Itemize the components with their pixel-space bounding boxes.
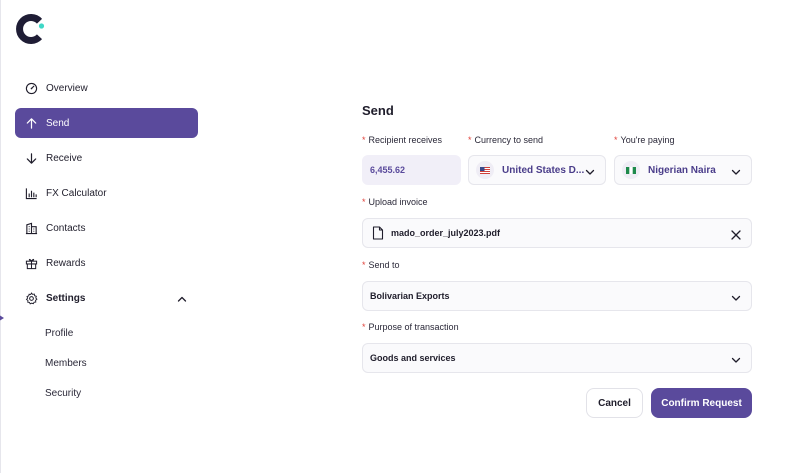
sidebar-item-send[interactable]: Send <box>15 108 198 138</box>
sidebar-item-rewards[interactable]: Rewards <box>15 248 198 278</box>
sidebar-item-label: Receive <box>46 152 83 164</box>
sidebar-item-overview[interactable]: Overview <box>15 73 198 103</box>
chevron-down-icon <box>730 291 742 303</box>
sidebar-item-label: Send <box>46 117 70 129</box>
brand-logo[interactable] <box>15 13 47 45</box>
sidebar-item-label: FX Calculator <box>46 187 107 199</box>
recipient-amount-input[interactable]: 6,455.62 <box>362 155 461 185</box>
gift-icon <box>24 256 38 270</box>
confirm-request-button[interactable]: Confirm Request <box>651 388 752 418</box>
label-text: Recipient receives <box>368 135 443 145</box>
sidebar-item-contacts[interactable]: Contacts <box>15 213 198 243</box>
required-mark: * <box>362 135 366 145</box>
label-text: Upload invoice <box>368 197 428 207</box>
currency-to-send-label: * Currency to send <box>468 135 543 145</box>
gauge-icon <box>24 81 38 95</box>
currency-value: United States D... <box>502 164 585 176</box>
sidebar-subitem-profile[interactable]: Profile <box>15 318 198 348</box>
currency-to-send-select[interactable]: United States D... <box>468 155 606 185</box>
upload-invoice-label: * Upload invoice <box>362 197 428 207</box>
sidebar-item-receive[interactable]: Receive <box>15 143 198 173</box>
recipient-receives-label: * Recipient receives <box>362 135 442 145</box>
chevron-down-icon <box>730 165 742 177</box>
chevron-up-icon[interactable] <box>176 292 188 304</box>
document-icon <box>372 226 384 240</box>
label-text: You're paying <box>620 135 675 145</box>
send-to-label: * Send to <box>362 260 400 270</box>
sidebar-item-fx-calculator[interactable]: FX Calculator <box>15 178 198 208</box>
send-to-value: Bolivarian Exports <box>370 291 450 301</box>
label-text: Send to <box>368 260 400 270</box>
required-mark: * <box>362 260 366 270</box>
building-icon <box>24 221 38 235</box>
arrow-down-icon <box>24 151 38 165</box>
invoice-file-field[interactable]: mado_order_july2023.pdf <box>362 218 752 248</box>
required-mark: * <box>362 197 366 207</box>
sidebar-item-settings[interactable]: Settings <box>15 283 198 313</box>
you-are-paying-label: * You're paying <box>614 135 674 145</box>
page-title: Send <box>362 103 394 118</box>
purpose-select[interactable]: Goods and services <box>362 343 752 373</box>
purpose-value: Goods and services <box>370 353 456 363</box>
label-text: Currency to send <box>474 135 544 145</box>
window-edge <box>0 0 1 473</box>
invoice-file-name: mado_order_july2023.pdf <box>391 228 501 238</box>
sidebar-subitem-members[interactable]: Members <box>15 348 198 378</box>
label-text: Purpose of transaction <box>368 322 459 332</box>
us-flag-icon <box>476 161 494 179</box>
sidebar-item-label: Overview <box>46 82 88 94</box>
sidebar-item-label: Rewards <box>46 257 86 269</box>
send-to-select[interactable]: Bolivarian Exports <box>362 281 752 311</box>
sidebar: Overview Send Receive FX Calculator Cont… <box>15 73 198 408</box>
required-mark: * <box>362 322 366 332</box>
purpose-label: * Purpose of transaction <box>362 322 459 332</box>
required-mark: * <box>468 135 472 145</box>
sidebar-item-label: Settings <box>46 292 86 304</box>
close-icon[interactable] <box>730 228 742 240</box>
ng-flag-icon <box>622 161 640 179</box>
currency-value: Nigerian Naira <box>648 164 716 176</box>
you-are-paying-select[interactable]: Nigerian Naira <box>614 155 752 185</box>
required-mark: * <box>614 135 618 145</box>
gear-icon <box>24 291 38 305</box>
amount-value: 6,455.62 <box>370 165 406 175</box>
sidebar-subitem-security[interactable]: Security <box>15 378 198 408</box>
bar-chart-icon <box>24 186 38 200</box>
sidebar-item-label: Contacts <box>46 222 86 234</box>
arrow-up-icon <box>24 116 38 130</box>
cancel-button[interactable]: Cancel <box>586 388 643 418</box>
chevron-down-icon <box>584 165 596 177</box>
chevron-down-icon <box>730 353 742 365</box>
